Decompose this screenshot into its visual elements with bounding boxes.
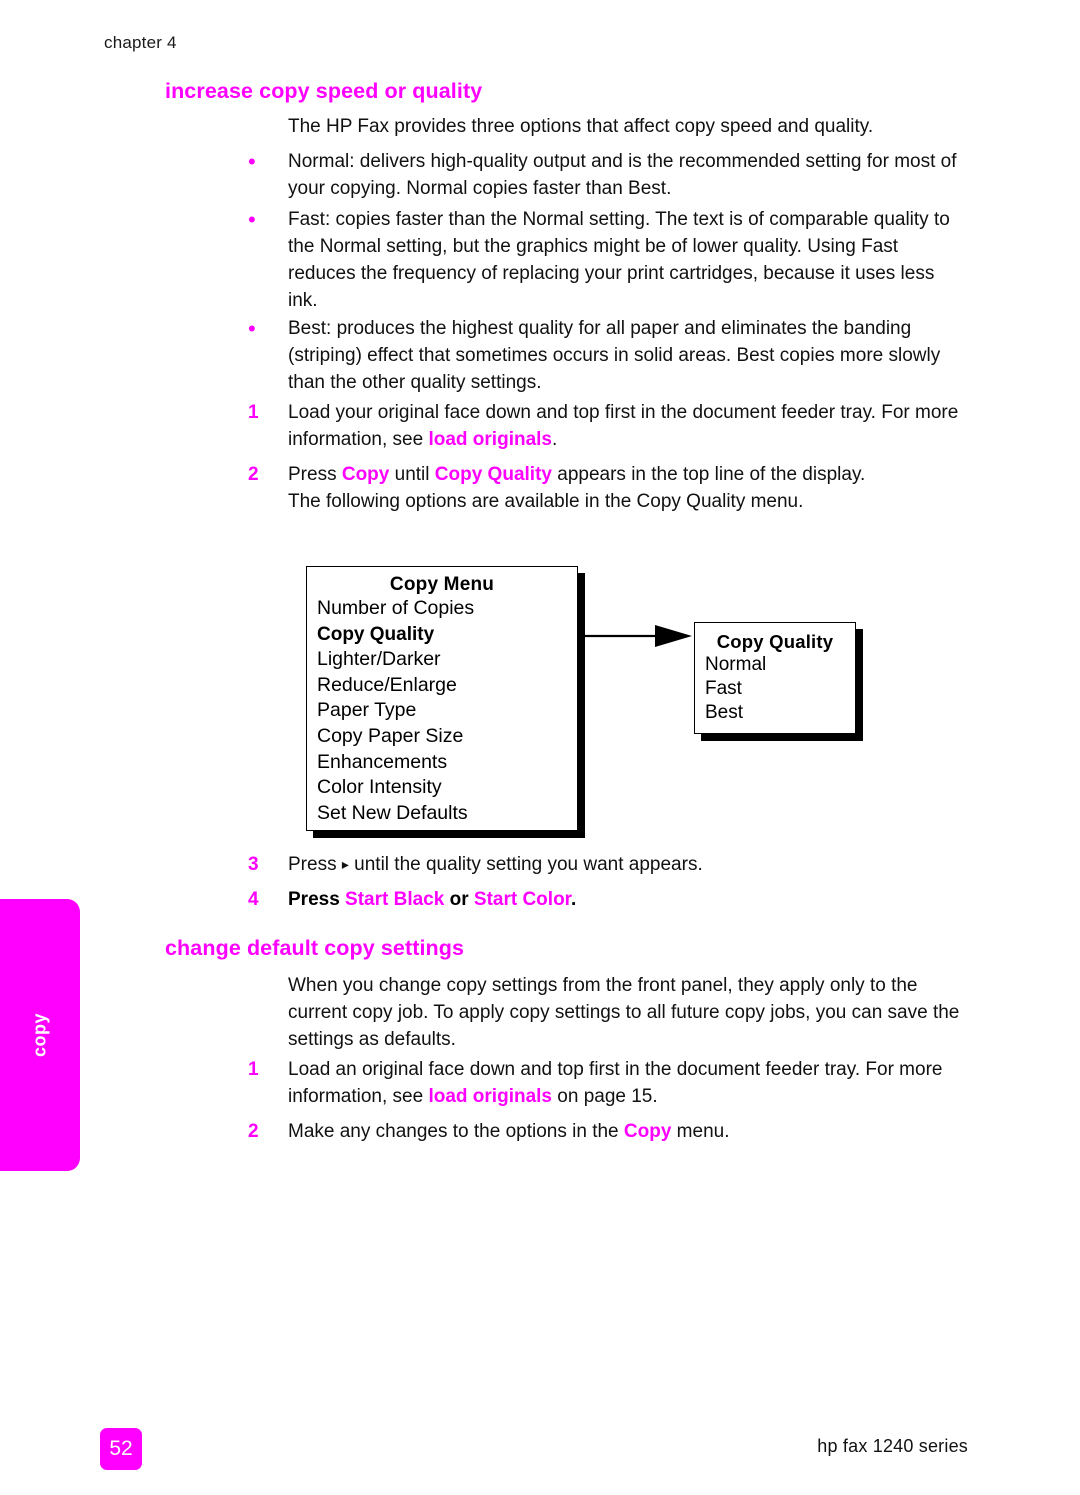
- step-number: 2: [248, 1121, 259, 1142]
- step-text-part2: until: [389, 464, 435, 485]
- list-item-best: • Best: produces the highest quality for…: [248, 315, 960, 396]
- quality-option-normal[interactable]: Normal: [705, 653, 855, 677]
- step-1-load-original: 1 Load your original face down and top f…: [248, 399, 960, 453]
- list-item-text: Best: produces the highest quality for a…: [288, 318, 941, 393]
- copy-menu-title: Copy Menu: [389, 574, 495, 595]
- step-number: 1: [248, 402, 259, 423]
- step-text-part1: Press: [288, 854, 342, 875]
- step-text-part2: .: [552, 429, 558, 450]
- button-label-copy: Copy: [341, 464, 390, 485]
- step-2-press-copy: 2 Press Copy until Copy Quality appears …: [248, 461, 960, 515]
- intro-paragraph-increase: The HP Fax provides three options that a…: [288, 116, 874, 137]
- list-item-text: Fast: copies faster than the Normal sett…: [288, 209, 950, 311]
- list-item-fast: • Fast: copies faster than the Normal se…: [248, 206, 960, 314]
- bullet-marker: •: [248, 316, 256, 341]
- step-text-part3: .: [571, 889, 577, 910]
- step-text: Load an original face down and top first…: [288, 1056, 960, 1110]
- link-load-originals[interactable]: load originals: [428, 429, 552, 450]
- step-number: 4: [248, 889, 259, 910]
- menu-item-color-intensity[interactable]: Color Intensity: [317, 775, 577, 801]
- button-label-copy: Copy: [623, 1121, 672, 1142]
- step-text-part1: Make any changes to the options in the: [288, 1121, 624, 1142]
- menu-item-enhancements[interactable]: Enhancements: [317, 750, 577, 776]
- step-text: Load your original face down and top fir…: [288, 399, 960, 453]
- step-text-part2: on page 15.: [552, 1086, 658, 1107]
- copy-menu-box: Copy Menu Number of Copies Copy Quality …: [306, 566, 578, 831]
- quality-option-fast[interactable]: Fast: [705, 677, 855, 701]
- menu-item-paper-type[interactable]: Paper Type: [317, 698, 577, 724]
- menu-item-number-of-copies[interactable]: Number of Copies: [317, 596, 577, 622]
- bullet-marker: •: [248, 149, 256, 174]
- step-text: Press ▸ until the quality setting you wa…: [288, 851, 960, 878]
- step-number: 1: [248, 1059, 259, 1080]
- step-3-press-arrow: 3 Press ▸ until the quality setting you …: [248, 851, 960, 878]
- step-2-make-changes: 2 Make any changes to the options in the…: [248, 1118, 960, 1145]
- right-triangle-icon: ▸: [341, 856, 349, 872]
- step-1-load-original-default: 1 Load an original face down and top fir…: [248, 1056, 960, 1110]
- menu-label-copy-quality: Copy Quality: [434, 464, 552, 485]
- side-tab-label: copy: [29, 1012, 50, 1058]
- step-text: Make any changes to the options in the C…: [288, 1118, 960, 1145]
- step-text-part2: or: [444, 889, 474, 910]
- menu-item-copy-quality[interactable]: Copy Quality: [317, 622, 577, 648]
- menu-item-set-new-defaults[interactable]: Set New Defaults: [317, 801, 577, 827]
- step-text: Press Copy until Copy Quality appears in…: [288, 461, 960, 515]
- step-4-press-start: 4 Press Start Black or Start Color.: [248, 886, 960, 913]
- page-title-change-default-copy-settings: change default copy settings: [165, 936, 465, 960]
- bullet-marker: •: [248, 207, 256, 232]
- chapter-label: chapter 4: [104, 33, 177, 52]
- link-load-originals[interactable]: load originals: [428, 1086, 552, 1107]
- step-text-part1: Press: [288, 464, 342, 485]
- button-label-start-black: Start Black: [345, 889, 445, 910]
- list-item-text: Normal: delivers high-quality output and…: [288, 151, 957, 199]
- step-text-part2: until the quality setting you want appea…: [348, 854, 703, 875]
- step-number: 2: [248, 464, 259, 485]
- step-text-part3: appears in the top line of the display.: [551, 464, 866, 485]
- copy-menu-list: Number of Copies Copy Quality Lighter/Da…: [307, 596, 577, 826]
- quality-option-best[interactable]: Best: [705, 701, 855, 725]
- step-text-part1: Press: [288, 889, 346, 910]
- list-item-normal: • Normal: delivers high-quality output a…: [248, 148, 960, 202]
- copy-quality-box: Copy Quality Normal Fast Best: [694, 622, 856, 734]
- menu-item-lighter-darker[interactable]: Lighter/Darker: [317, 647, 577, 673]
- step-subtext: The following options are available in t…: [288, 491, 804, 512]
- intro-paragraph-change: When you change copy settings from the f…: [288, 975, 960, 1050]
- step-text: Press Start Black or Start Color.: [288, 886, 960, 913]
- side-tab-copy: copy: [0, 899, 80, 1171]
- menu-item-reduce-enlarge[interactable]: Reduce/Enlarge: [317, 673, 577, 699]
- copy-quality-title: Copy Quality: [716, 631, 834, 652]
- menu-item-copy-paper-size[interactable]: Copy Paper Size: [317, 724, 577, 750]
- footer-product-name: hp fax 1240 series: [817, 1436, 968, 1456]
- step-number: 3: [248, 854, 259, 875]
- page-number-badge: 52: [100, 1428, 142, 1470]
- step-text-part1: Load your original face down and top fir…: [288, 402, 959, 450]
- step-text-part2: menu.: [671, 1121, 730, 1142]
- button-label-start-color: Start Color: [473, 889, 572, 910]
- copy-quality-list: Normal Fast Best: [695, 653, 855, 725]
- page-title-increase-copy-speed: increase copy speed or quality: [165, 79, 483, 103]
